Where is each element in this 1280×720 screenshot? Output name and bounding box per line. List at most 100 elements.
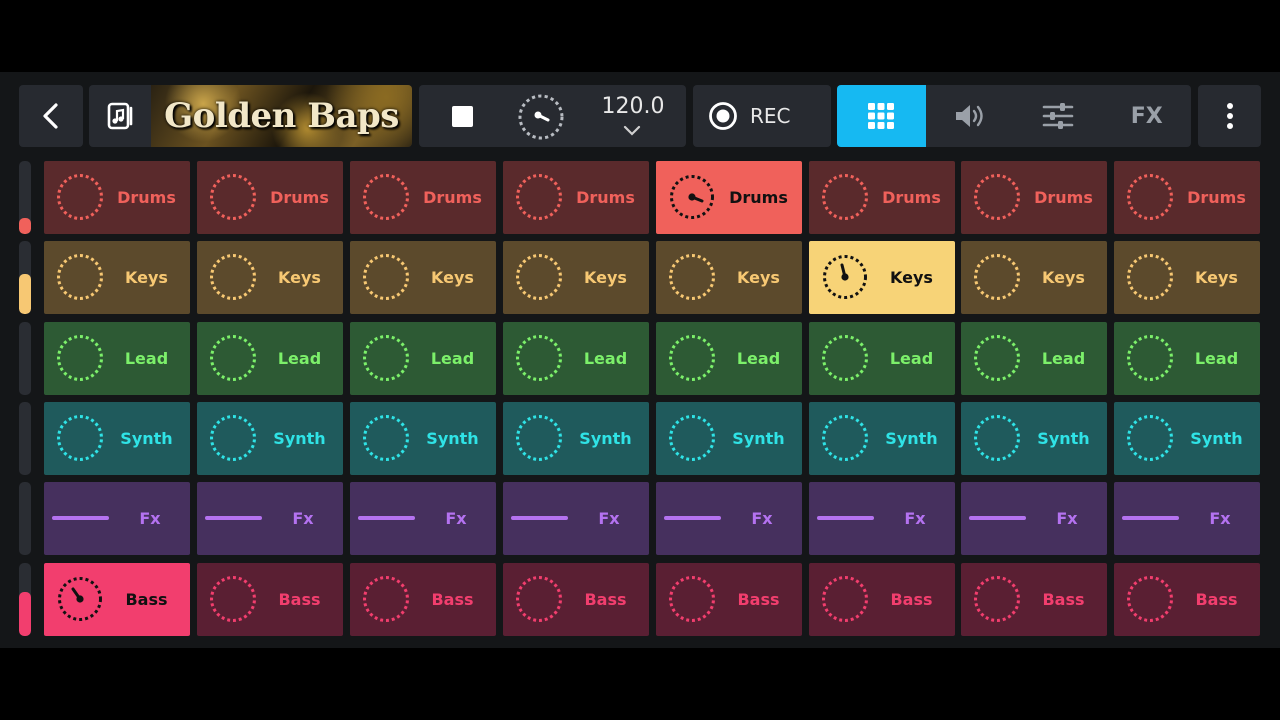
group-level-fx[interactable] [19, 482, 31, 555]
pad-bass-8[interactable]: Bass [1114, 563, 1260, 636]
song-artwork[interactable]: Golden Baps [151, 85, 412, 147]
loop-ring-icon [669, 415, 715, 461]
pad-drums-1[interactable]: Drums [44, 161, 190, 234]
pad-fx-6[interactable]: Fx [809, 482, 955, 555]
loop-ring-icon [974, 174, 1020, 220]
pad-drums-4[interactable]: Drums [503, 161, 649, 234]
pad-keys-3[interactable]: Keys [350, 241, 496, 314]
pad-fx-4[interactable]: Fx [503, 482, 649, 555]
group-level-keys[interactable] [19, 241, 31, 314]
pad-label: Keys [125, 268, 168, 287]
pad-synth-8[interactable]: Synth [1114, 402, 1260, 475]
pad-lead-1[interactable]: Lead [44, 322, 190, 395]
pad-keys-5[interactable]: Keys [656, 241, 802, 314]
pad-fx-5[interactable]: Fx [656, 482, 802, 555]
pad-synth-2[interactable]: Synth [197, 402, 343, 475]
pad-drums-3[interactable]: Drums [350, 161, 496, 234]
metronome-icon[interactable] [517, 93, 565, 141]
song-library-icon[interactable] [89, 85, 151, 147]
pad-label: Bass [1042, 590, 1085, 609]
pad-lead-8[interactable]: Lead [1114, 322, 1260, 395]
fx-line-icon [358, 516, 415, 520]
pad-keys-4[interactable]: Keys [503, 241, 649, 314]
pad-label: Synth [1190, 429, 1243, 448]
tab-pads[interactable] [837, 85, 926, 147]
loop-ring-icon [363, 576, 409, 622]
pad-bass-4[interactable]: Bass [503, 563, 649, 636]
tab-eq[interactable] [1014, 85, 1103, 147]
pad-fx-8[interactable]: Fx [1114, 482, 1260, 555]
pad-synth-7[interactable]: Synth [961, 402, 1107, 475]
pad-lead-6[interactable]: Lead [809, 322, 955, 395]
pad-bass-5[interactable]: Bass [656, 563, 802, 636]
pad-label: Drums [882, 188, 941, 207]
pad-label: Fx [292, 509, 314, 528]
tempo-value[interactable]: 120.0 [593, 94, 673, 119]
tab-mixer[interactable] [926, 85, 1015, 147]
pad-bass-2[interactable]: Bass [197, 563, 343, 636]
pad-drums-7[interactable]: Drums [961, 161, 1107, 234]
record-button[interactable]: REC [693, 85, 831, 147]
loop-ring-icon [822, 576, 868, 622]
tab-fx[interactable]: FX [1103, 85, 1192, 147]
loop-ring-icon [669, 576, 715, 622]
pad-lead-5[interactable]: Lead [656, 322, 802, 395]
loop-ring-icon [822, 335, 868, 381]
song-panel[interactable]: Golden Baps [89, 85, 412, 147]
pad-synth-1[interactable]: Synth [44, 402, 190, 475]
stop-button[interactable] [419, 85, 505, 147]
pad-label: Fx [751, 509, 773, 528]
group-level-lead[interactable] [19, 322, 31, 395]
group-level-fill [19, 592, 31, 636]
pad-label: Drums [729, 188, 788, 207]
pad-drums-6[interactable]: Drums [809, 161, 955, 234]
pad-keys-1[interactable]: Keys [44, 241, 190, 314]
loop-ring-icon [516, 254, 562, 300]
pad-label: Synth [579, 429, 632, 448]
pad-drums-5[interactable]: Drums [656, 161, 802, 234]
pad-bass-3[interactable]: Bass [350, 563, 496, 636]
song-title: Golden Baps [164, 96, 399, 136]
group-level-bass[interactable] [19, 563, 31, 636]
loop-ring-icon [822, 174, 868, 220]
loop-ring-icon [1127, 576, 1173, 622]
pad-label: Synth [885, 429, 938, 448]
pad-fx-7[interactable]: Fx [961, 482, 1107, 555]
fx-line-icon [511, 516, 568, 520]
pad-bass-7[interactable]: Bass [961, 563, 1107, 636]
loop-ring-icon [1127, 415, 1173, 461]
pad-drums-2[interactable]: Drums [197, 161, 343, 234]
pad-fx-1[interactable]: Fx [44, 482, 190, 555]
pad-keys-8[interactable]: Keys [1114, 241, 1260, 314]
pad-keys-2[interactable]: Keys [197, 241, 343, 314]
pad-lead-2[interactable]: Lead [197, 322, 343, 395]
pad-synth-5[interactable]: Synth [656, 402, 802, 475]
record-icon [709, 102, 737, 130]
loop-ring-icon [57, 254, 103, 300]
pad-bass-6[interactable]: Bass [809, 563, 955, 636]
pad-bass-1[interactable]: Bass [44, 563, 190, 636]
loop-ring-icon [974, 415, 1020, 461]
pad-synth-4[interactable]: Synth [503, 402, 649, 475]
pad-lead-3[interactable]: Lead [350, 322, 496, 395]
pad-keys-6[interactable]: Keys [809, 241, 955, 314]
loop-ring-icon [516, 335, 562, 381]
pad-fx-3[interactable]: Fx [350, 482, 496, 555]
group-level-synth[interactable] [19, 402, 31, 475]
pad-keys-7[interactable]: Keys [961, 241, 1107, 314]
pad-fx-2[interactable]: Fx [197, 482, 343, 555]
pad-synth-6[interactable]: Synth [809, 402, 955, 475]
pad-label: Drums [423, 188, 482, 207]
pad-lead-4[interactable]: Lead [503, 322, 649, 395]
pad-synth-3[interactable]: Synth [350, 402, 496, 475]
group-level-drums[interactable] [19, 161, 31, 234]
pad-label: Bass [1195, 590, 1238, 609]
back-button[interactable] [19, 85, 83, 147]
group-level-fill [19, 218, 31, 234]
more-button[interactable] [1198, 85, 1261, 147]
loop-ring-icon [210, 254, 256, 300]
pad-drums-8[interactable]: Drums [1114, 161, 1260, 234]
loop-ring-icon [1127, 254, 1173, 300]
chevron-down-icon[interactable] [622, 125, 642, 137]
pad-lead-7[interactable]: Lead [961, 322, 1107, 395]
